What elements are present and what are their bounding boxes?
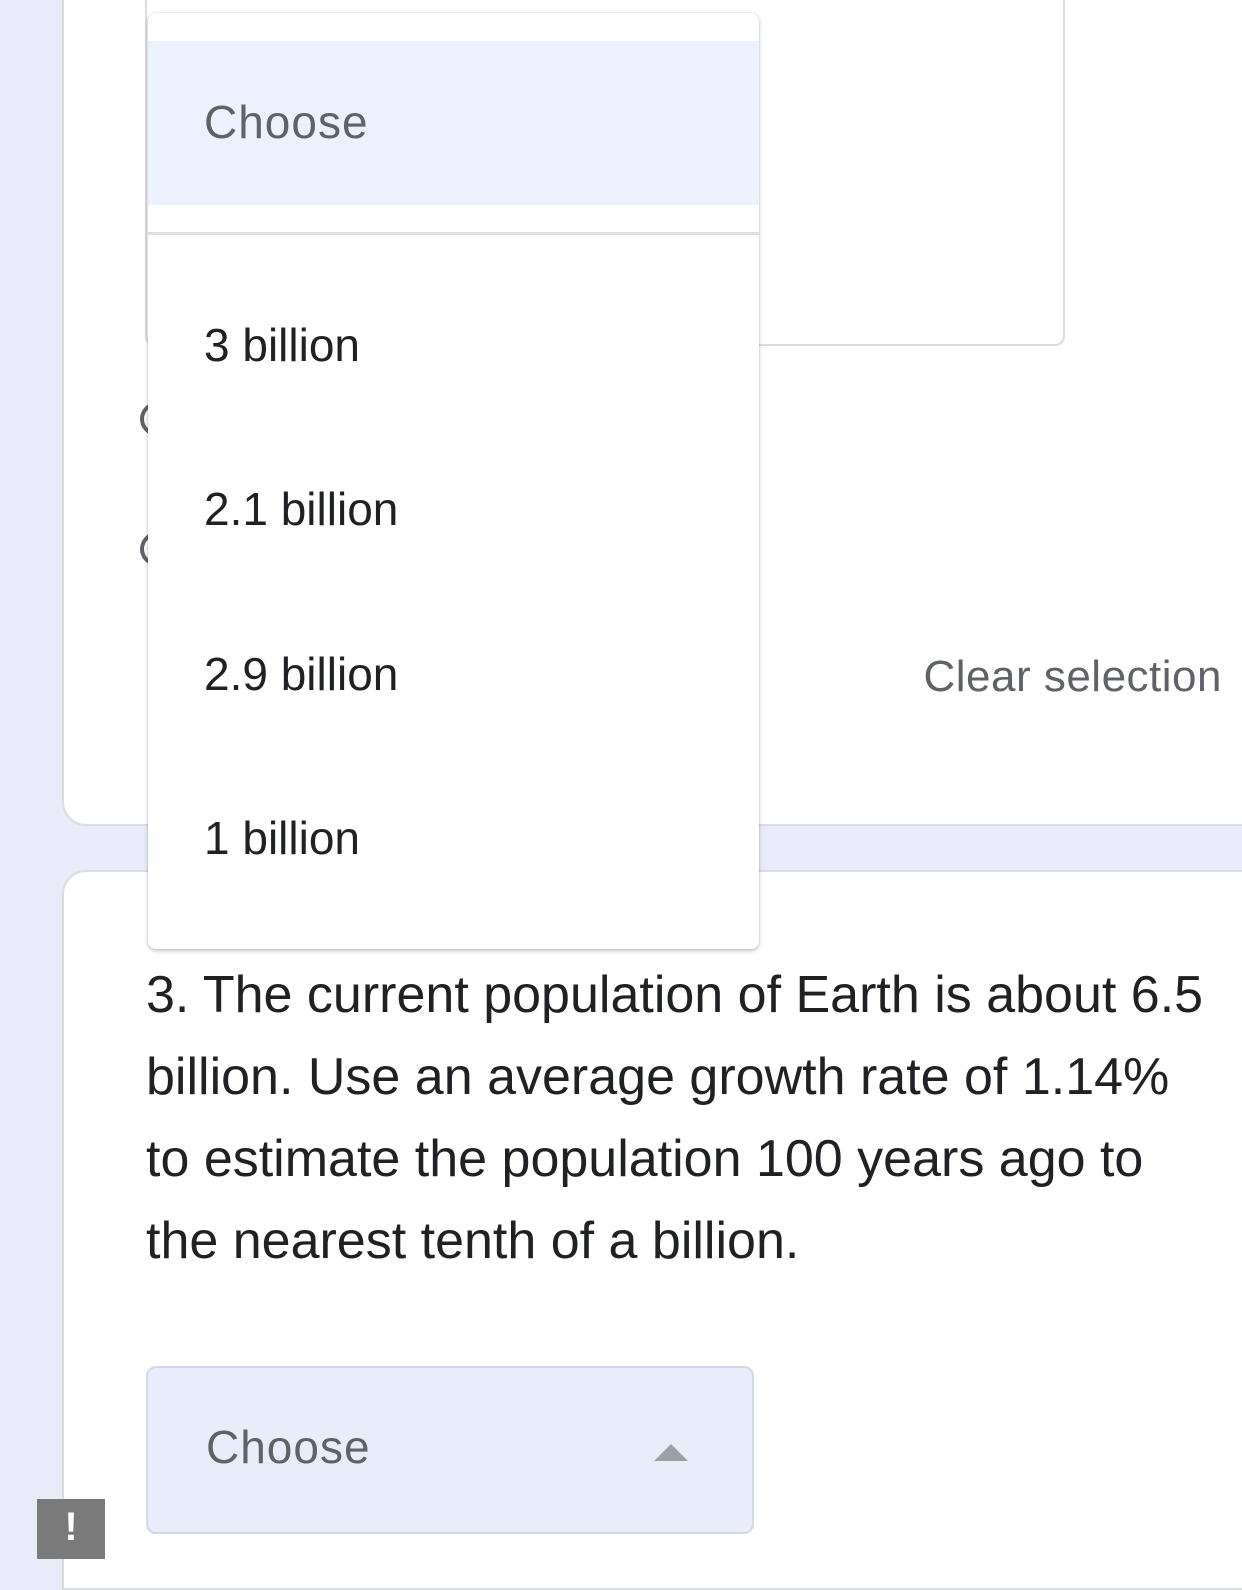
- dropdown-option[interactable]: 3 billion: [148, 268, 759, 418]
- dropdown-menu: Choose 3 billion 2.1 billion 2.9 billion…: [148, 13, 759, 949]
- option-label: Choose: [204, 96, 369, 148]
- dropdown-option[interactable]: 1 billion: [148, 761, 759, 911]
- clear-selection-button[interactable]: Clear selection: [923, 652, 1222, 702]
- triangle-up-icon: [654, 1444, 688, 1461]
- report-problem-button[interactable]: !: [37, 1499, 105, 1559]
- dropdown-option[interactable]: 2.1 billion: [148, 432, 759, 582]
- image-fragment: ʙᴜ: [682, 0, 735, 2]
- option-label: 2.1 billion: [204, 483, 399, 535]
- answer-dropdown[interactable]: Choose: [146, 1366, 754, 1534]
- option-label: 3 billion: [204, 319, 360, 371]
- dropdown-option[interactable]: 2.9 billion: [148, 597, 759, 747]
- option-label: 2.9 billion: [204, 648, 399, 700]
- divider: [148, 232, 759, 235]
- dropdown-option-placeholder[interactable]: Choose: [148, 41, 759, 205]
- question-title: 3. The current population of Earth is ab…: [146, 966, 1204, 1270]
- option-label: 1 billion: [204, 812, 360, 864]
- dropdown-value: Choose: [206, 1421, 371, 1473]
